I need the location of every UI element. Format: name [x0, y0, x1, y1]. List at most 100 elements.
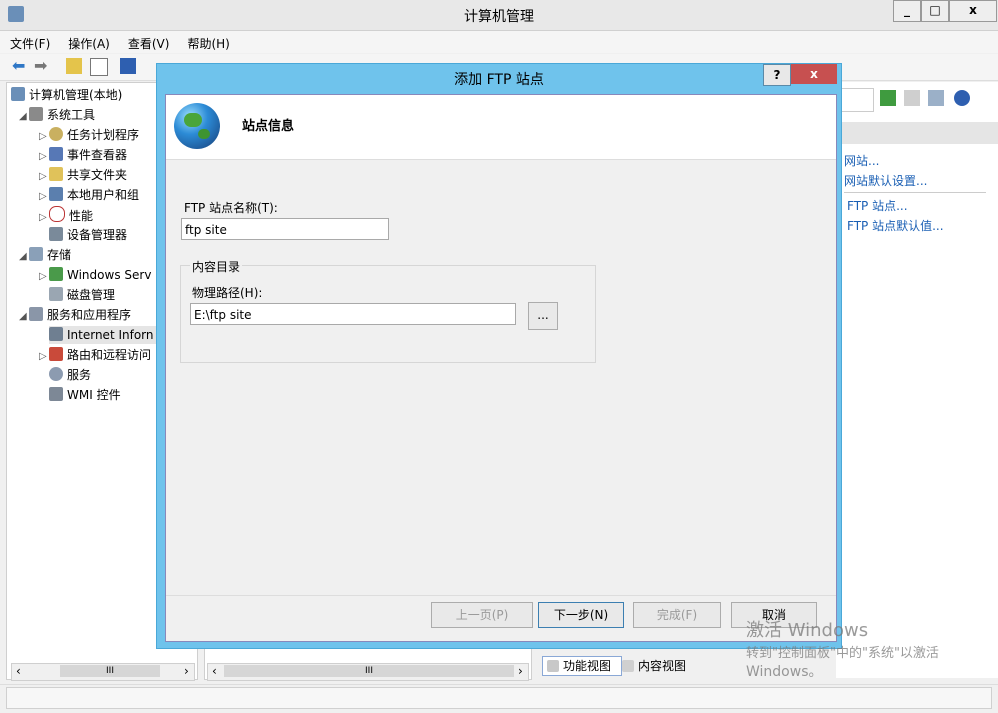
tree-horizontal-scrollbar[interactable]: ‹ III › [11, 663, 195, 681]
scroll-right-icon[interactable]: › [184, 664, 189, 678]
tree-item-label: 本地用户和组 [67, 188, 140, 202]
window-title: 计算机管理 [464, 9, 534, 25]
help-circle-icon[interactable] [954, 90, 970, 106]
scroll-left-icon[interactable]: ‹ [212, 664, 217, 678]
tree-item-storage[interactable]: ◢ 存储 [19, 246, 71, 264]
status-bar [0, 684, 998, 713]
physical-path-input[interactable]: E:\ftp site [190, 303, 516, 325]
menu-view[interactable]: 查看(V) [118, 31, 178, 52]
backup-icon [49, 267, 63, 281]
tree-item-services[interactable]: 服务 [49, 366, 91, 384]
menu-file[interactable]: 文件(F) [0, 31, 58, 52]
center-horizontal-scrollbar[interactable]: ‹ III › [207, 663, 529, 681]
back-icon[interactable]: ⬅ [12, 58, 28, 74]
tree-item-disk-management[interactable]: 磁盘管理 [49, 286, 115, 304]
collapse-arrow-icon[interactable]: ▷ [39, 148, 49, 166]
tree-item-event-viewer[interactable]: ▷ 事件查看器 [39, 146, 127, 164]
watermark-line-3: Windows。 [746, 664, 823, 680]
help-icon[interactable] [120, 58, 136, 74]
performance-icon [49, 206, 65, 222]
dialog-header-title: 站点信息 [242, 119, 295, 134]
tree-item-label: 任务计划程序 [67, 128, 140, 142]
stop-icon[interactable] [904, 90, 920, 106]
refresh-icon[interactable] [880, 90, 896, 106]
add-ftp-site-dialog: 添加 FTP 站点 ? x 站点信息 FTP 站点名称(T): ftp site… [156, 63, 842, 649]
tree-item-task-scheduler[interactable]: ▷ 任务计划程序 [39, 126, 139, 144]
scroll-left-icon[interactable]: ‹ [16, 664, 21, 678]
watermark-line-1: 激活 Windows [746, 620, 869, 641]
tree-root[interactable]: 计算机管理(本地) [11, 86, 122, 104]
dialog-header: 站点信息 [166, 95, 836, 160]
collapse-arrow-icon[interactable]: ▷ [39, 209, 49, 227]
actions-pane: 网站... 网站默认设置... FTP 站点... FTP 站点默认值... [836, 82, 998, 678]
status-field [6, 687, 992, 709]
tree-root-label: 计算机管理(本地) [29, 88, 123, 102]
globe-icon [174, 103, 220, 149]
tab-feature-view[interactable]: 功能视图 [542, 656, 622, 676]
maximize-button[interactable]: □ [921, 0, 949, 22]
previous-button[interactable]: 上一页(P) [431, 602, 533, 628]
tab-content-view[interactable]: 内容视图 [622, 657, 686, 674]
site-name-input[interactable]: ftp site [181, 218, 389, 240]
show-hide-tree-icon[interactable] [90, 58, 108, 76]
next-button[interactable]: 下一步(N) [538, 602, 624, 628]
tree-item-system-tools[interactable]: ◢ 系统工具 [19, 106, 95, 124]
action-link-ftp-sites[interactable]: FTP 站点... [847, 197, 908, 214]
menu-action[interactable]: 操作(A) [58, 31, 118, 52]
gear-icon [49, 367, 63, 381]
actions-header [836, 122, 998, 144]
tree-item-wmi[interactable]: WMI 控件 [49, 386, 121, 404]
tree-item-windows-server-backup[interactable]: ▷ Windows Serv [39, 266, 151, 284]
forward-icon[interactable]: ➡ [34, 58, 50, 74]
menu-help[interactable]: 帮助(H) [177, 31, 237, 52]
expand-arrow-icon[interactable]: ◢ [19, 248, 29, 266]
tree-item-label: 路由和远程访问 [67, 348, 152, 362]
tree-item-performance[interactable]: ▷ 性能 [39, 206, 93, 224]
scroll-right-icon[interactable]: › [518, 664, 523, 678]
actions-divider [844, 192, 986, 193]
services-apps-icon [29, 307, 43, 321]
tree-item-label: 存储 [47, 248, 72, 262]
disk-icon [49, 287, 63, 301]
tree-item-label: 服务 [67, 368, 92, 382]
collapse-arrow-icon[interactable]: ▷ [39, 168, 49, 186]
scroll-thumb[interactable]: III [60, 665, 160, 677]
tree-item-shared-folders[interactable]: ▷ 共享文件夹 [39, 166, 127, 184]
action-link-site-defaults[interactable]: 网站默认设置... [844, 172, 927, 189]
iis-icon [49, 327, 63, 341]
dialog-title: 添加 FTP 站点 [454, 72, 544, 88]
tree-item-label: Internet Inforn [67, 328, 154, 342]
tree-item-services-apps[interactable]: ◢ 服务和应用程序 [19, 306, 131, 324]
collapse-arrow-icon[interactable]: ▷ [39, 128, 49, 146]
collapse-arrow-icon[interactable]: ▷ [39, 188, 49, 206]
expand-arrow-icon[interactable]: ◢ [19, 108, 29, 126]
clock-icon [49, 127, 63, 141]
shared-folder-icon [49, 167, 63, 181]
finish-button[interactable]: 完成(F) [633, 602, 721, 628]
storage-icon [29, 247, 43, 261]
tree-item-label: 服务和应用程序 [47, 308, 132, 322]
dialog-body: 站点信息 FTP 站点名称(T): ftp site 内容目录 物理路径(H):… [165, 94, 837, 642]
browse-button[interactable]: ... [528, 302, 558, 330]
expand-arrow-icon[interactable]: ◢ [19, 308, 29, 326]
users-icon [49, 187, 63, 201]
dialog-help-button[interactable]: ? [763, 64, 791, 86]
action-link-sites[interactable]: 网站... [844, 152, 879, 169]
dialog-close-button[interactable]: x [791, 64, 837, 84]
minimize-button[interactable]: _ [893, 0, 921, 22]
home-icon[interactable] [928, 90, 944, 106]
content-view-icon [622, 660, 634, 672]
collapse-arrow-icon[interactable]: ▷ [39, 268, 49, 286]
collapse-arrow-icon[interactable]: ▷ [39, 348, 49, 366]
tree-item-device-manager[interactable]: 设备管理器 [49, 226, 127, 244]
action-link-ftp-defaults[interactable]: FTP 站点默认值... [847, 217, 944, 234]
globe-land [184, 113, 202, 127]
scroll-thumb[interactable]: III [224, 665, 514, 677]
up-folder-icon[interactable] [66, 58, 82, 74]
event-viewer-icon [49, 147, 63, 161]
tree-item-label: 共享文件夹 [67, 168, 128, 182]
tree-item-routing[interactable]: ▷ 路由和远程访问 [39, 346, 151, 364]
close-button[interactable]: x [949, 0, 997, 22]
tree-item-label: WMI 控件 [67, 388, 121, 402]
tree-item-local-users[interactable]: ▷ 本地用户和组 [39, 186, 139, 204]
